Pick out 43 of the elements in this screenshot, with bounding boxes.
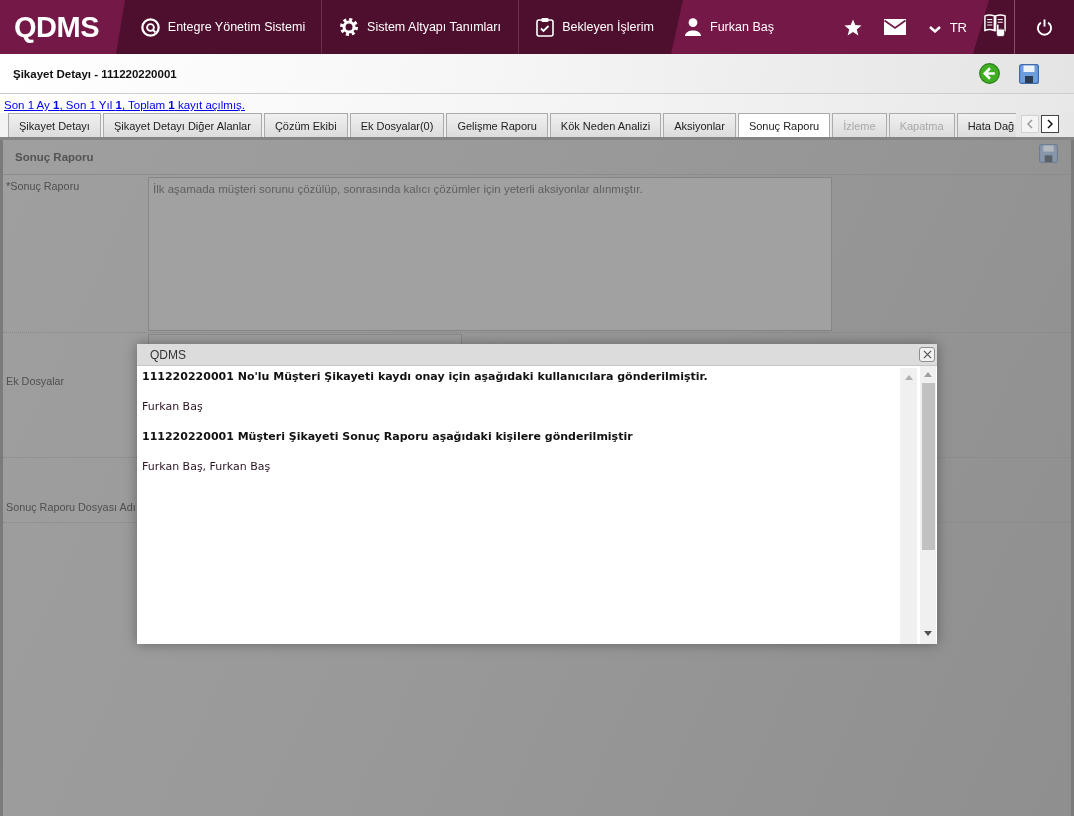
nav-menu-item[interactable]: Bekleyen İşlerim [519, 0, 671, 54]
upload-field[interactable] [148, 334, 462, 344]
page-title: Şikayet Detayı - 111220220001 [13, 67, 177, 80]
scrollbar-thumb[interactable] [921, 383, 935, 550]
user-menu-button[interactable]: Furkan Baş [685, 18, 774, 36]
clipboard-check-icon [536, 17, 555, 37]
book-icon[interactable] [983, 13, 1006, 37]
star-icon[interactable] [843, 18, 862, 36]
scrollbar-track[interactable] [920, 366, 936, 644]
dialog-title: QDMS [150, 347, 186, 362]
scroll-down-icon[interactable] [924, 631, 932, 636]
message-heading: 111220220001 Müşteri Şikayeti Sonuç Raporu aşağıdaki kişilere gönderilmiştir [142, 430, 634, 444]
tab[interactable]: Sonuç Raporu [737, 113, 831, 137]
save-icon[interactable] [1019, 63, 1039, 84]
close-icon [922, 350, 932, 359]
chevron-left-icon [1027, 119, 1034, 129]
tab[interactable]: Aksiyonlar [663, 113, 736, 137]
tab-scroll-right-button[interactable] [1041, 115, 1060, 133]
close-button[interactable] [919, 347, 935, 362]
tab[interactable]: Ek Dosyalar(0) [349, 113, 445, 137]
back-icon[interactable] [979, 63, 1000, 84]
mail-icon[interactable] [883, 19, 906, 35]
tab[interactable]: Hata Dağ [956, 113, 1017, 137]
ring-icon [140, 17, 160, 37]
message-text: Furkan Baş, Furkan Baş [142, 460, 272, 474]
field-label: *Sonuç Raporu [5, 179, 81, 194]
tab[interactable]: Çözüm Ekibi [263, 113, 348, 137]
language-button[interactable]: TR [928, 19, 967, 35]
tab[interactable]: Şikayet Detayı Diğer Alanlar [102, 113, 262, 137]
settings-icon [339, 17, 360, 37]
power-icon[interactable] [1036, 18, 1053, 36]
tab[interactable]: Gelişme Raporu [446, 113, 548, 137]
chevron-right-icon [1047, 119, 1054, 129]
tab[interactable]: Kök Neden Analizi [549, 113, 662, 137]
record-summary-link[interactable]: Son 1 Ay 1, Son 1 Yıl 1, Toplam 1 kayıt açılmış. [4, 99, 246, 111]
chevron-down-icon [928, 26, 941, 33]
message-heading: 111220220001 No'lu Müşteri Şikayeti kaydı onay için aşağıdaki kullanıcılara gönderilmiştir. [142, 370, 709, 384]
scrollbar-track[interactable] [900, 368, 917, 644]
section-title: Sonuç Raporu [15, 151, 94, 163]
message-text: Furkan Baş [142, 400, 204, 414]
tab[interactable]: Şikayet Detayı [8, 113, 101, 137]
user-icon [685, 18, 701, 36]
logo: QDMS [14, 12, 99, 42]
